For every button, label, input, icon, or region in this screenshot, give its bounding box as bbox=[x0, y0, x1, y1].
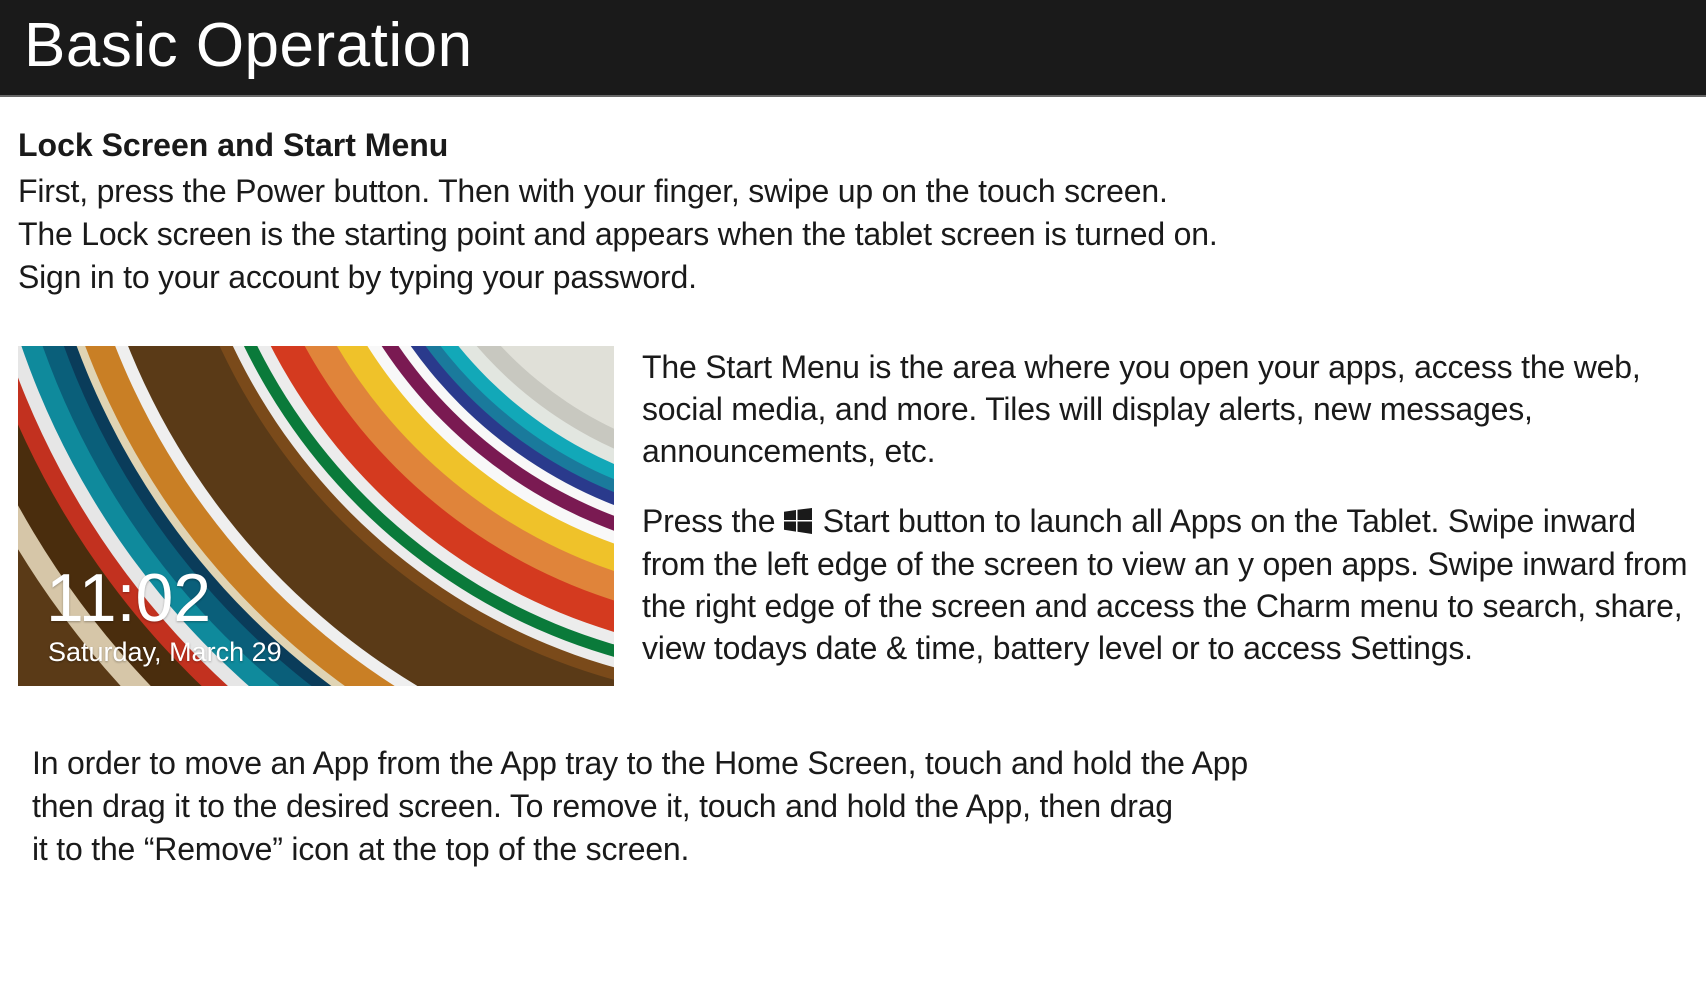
page-title: Basic Operation bbox=[24, 10, 1682, 81]
side-paragraph: The Start Menu is the area where you ope… bbox=[642, 346, 1688, 473]
side-paragraph: Press the Start button to launch all App… bbox=[642, 500, 1688, 669]
lockscreen-time: 11:02 bbox=[46, 564, 211, 632]
bottom-text: In order to move an App from the App tra… bbox=[32, 742, 1688, 872]
lockscreen-date: Saturday, March 29 bbox=[48, 637, 282, 668]
text-fragment: Press the bbox=[642, 503, 784, 539]
windows-start-icon bbox=[784, 508, 812, 534]
lockscreen-image: 11:02 Saturday, March 29 bbox=[18, 346, 614, 686]
middle-row: 11:02 Saturday, March 29 The Start Menu … bbox=[18, 346, 1688, 686]
intro-text: First, press the Power button. Then with… bbox=[18, 170, 1688, 300]
intro-line: The Lock screen is the starting point an… bbox=[18, 213, 1688, 256]
bottom-line: it to the “Remove” icon at the top of th… bbox=[32, 828, 1688, 871]
page-content: Lock Screen and Start Menu First, press … bbox=[0, 97, 1706, 891]
page-header: Basic Operation bbox=[0, 0, 1706, 97]
intro-line: First, press the Power button. Then with… bbox=[18, 170, 1688, 213]
section-subheading: Lock Screen and Start Menu bbox=[18, 127, 1688, 164]
side-text: The Start Menu is the area where you ope… bbox=[642, 346, 1688, 670]
bottom-line: then drag it to the desired screen. To r… bbox=[32, 785, 1688, 828]
intro-line: Sign in to your account by typing your p… bbox=[18, 256, 1688, 299]
bottom-line: In order to move an App from the App tra… bbox=[32, 742, 1688, 785]
